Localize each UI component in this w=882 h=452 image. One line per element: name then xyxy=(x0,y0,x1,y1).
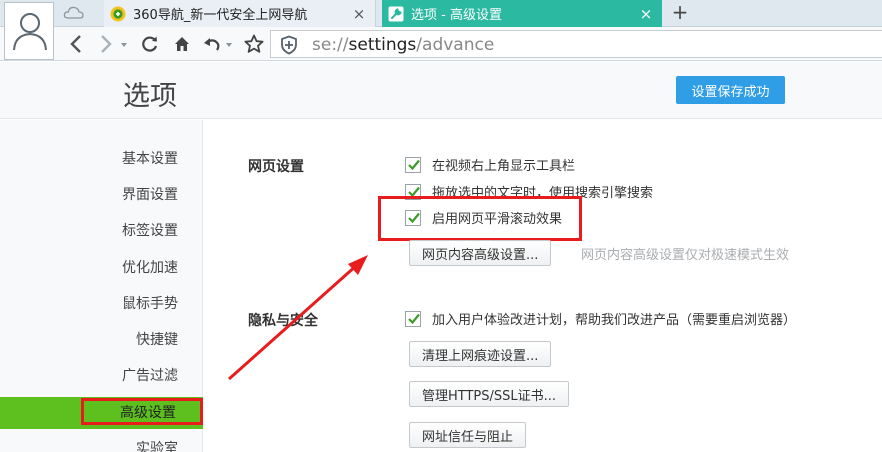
web-content-advanced-button[interactable]: 网页内容高级设置... xyxy=(409,240,552,266)
manage-certificates-button[interactable]: 管理HTTPS/SSL证书... xyxy=(409,381,570,407)
new-tab-button[interactable]: + xyxy=(668,0,692,26)
tab-title: 选项 - 高级设置 xyxy=(411,8,502,23)
page-title: 选项 xyxy=(123,81,177,112)
annotation-highlight-box xyxy=(81,398,203,425)
tab-360-navigation[interactable]: 360导航_新一代安全上网导航 × xyxy=(104,0,376,27)
back-icon[interactable] xyxy=(64,31,88,57)
navigation-toolbar: se://settings/advance xyxy=(0,27,882,61)
checkbox-video-toolbar[interactable] xyxy=(405,156,421,173)
section-title-privacy: 隐私与安全 xyxy=(248,313,318,329)
tab-title: 360导航_新一代安全上网导航 xyxy=(133,8,308,23)
page-header: 选项 设置保存成功 xyxy=(0,62,882,119)
save-status-badge: 设置保存成功 xyxy=(676,76,785,104)
url-trust-block-button[interactable]: 网址信任与阻止 xyxy=(409,422,527,448)
shield-icon[interactable] xyxy=(279,35,299,55)
sidebar-item-optimize[interactable]: 优化加速 xyxy=(0,253,203,283)
address-url[interactable]: se://settings/advance xyxy=(312,34,494,56)
url-host: settings xyxy=(348,35,417,55)
cloud-icon[interactable] xyxy=(63,3,85,23)
annotation-highlight-box xyxy=(378,196,582,241)
option-ux-program[interactable]: 加入用户体验改进计划，帮助我们改进产品（需要重启浏览器） xyxy=(405,309,796,328)
advanced-hint-text: 网页内容高级设置仅对极速模式生效 xyxy=(581,248,790,263)
checkbox-check-icon xyxy=(408,159,420,170)
undo-dropdown-icon[interactable] xyxy=(225,39,233,49)
option-video-toolbar[interactable]: 在视频右上角显示工具栏 xyxy=(405,155,575,174)
sidebar-item-tabs[interactable]: 标签设置 xyxy=(0,216,203,246)
tab-settings-advanced[interactable]: 选项 - 高级设置 × xyxy=(382,0,662,27)
tab-close-button[interactable]: × xyxy=(349,4,369,24)
option-label: 在视频右上角显示工具栏 xyxy=(432,159,576,174)
refresh-icon[interactable] xyxy=(138,31,162,57)
sidebar-item-basic[interactable]: 基本设置 xyxy=(0,144,203,174)
sidebar-item-mouse-gestures[interactable]: 鼠标手势 xyxy=(0,289,203,319)
clear-traces-button[interactable]: 清理上网痕迹设置... xyxy=(409,341,552,367)
sidebar-item-lab[interactable]: 实验室 xyxy=(0,434,203,452)
option-label: 加入用户体验改进计划，帮助我们改进产品（需要重启浏览器） xyxy=(432,313,797,328)
url-path: /advance xyxy=(416,35,495,55)
wrench-icon xyxy=(387,5,405,23)
sidebar-item-interface[interactable]: 界面设置 xyxy=(0,180,203,210)
checkbox-check-icon xyxy=(408,313,420,324)
url-scheme: se:// xyxy=(312,35,349,55)
tab-close-button[interactable]: × xyxy=(636,4,656,24)
tab-strip: 360导航_新一代安全上网导航 × 选项 - 高级设置 × + xyxy=(0,0,882,27)
sidebar-item-shortcuts[interactable]: 快捷键 xyxy=(0,325,203,355)
address-bar[interactable]: se://settings/advance xyxy=(270,30,882,58)
undo-icon[interactable] xyxy=(200,31,224,57)
history-dropdown-icon[interactable] xyxy=(120,39,128,49)
home-icon[interactable] xyxy=(170,31,194,57)
sidebar-item-ad-filter[interactable]: 广告过滤 xyxy=(0,361,203,391)
star-icon[interactable] xyxy=(242,31,266,57)
user-avatar-icon[interactable] xyxy=(4,2,54,60)
checkbox-ux-program[interactable] xyxy=(405,310,421,327)
section-title-web: 网页设置 xyxy=(248,159,304,175)
360-logo-icon xyxy=(109,5,127,23)
forward-icon[interactable] xyxy=(94,31,118,57)
